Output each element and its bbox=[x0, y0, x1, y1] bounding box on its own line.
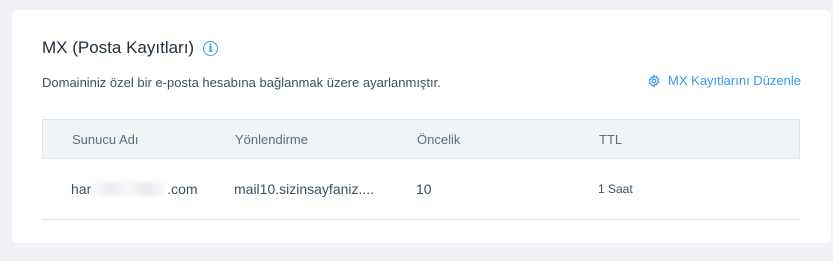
server-name-prefix: har bbox=[71, 181, 92, 197]
redacted-text bbox=[92, 182, 167, 196]
edit-mx-records-link[interactable]: MX Kayıtlarını Düzenle bbox=[647, 73, 801, 88]
header-priority: Öncelik bbox=[417, 131, 461, 147]
cell-priority: 10 bbox=[416, 181, 432, 197]
section-description: Domaininiz özel bir e-posta hesabına bağ… bbox=[42, 75, 441, 90]
edit-link-label: MX Kayıtlarını Düzenle bbox=[668, 73, 801, 88]
server-name-suffix: .com bbox=[167, 181, 198, 197]
mx-records-table: Sunucu Adı Yönlendirme Öncelik TTL har .… bbox=[42, 119, 800, 220]
gear-icon bbox=[648, 73, 660, 88]
section-title: MX (Posta Kayıtları) bbox=[42, 38, 195, 57]
cell-server-name: har .com bbox=[71, 159, 198, 219]
title-row: MX (Posta Kayıtları) i bbox=[42, 38, 219, 58]
header-target: Yönlendirme bbox=[235, 131, 308, 147]
cell-target: mail10.sizinsayfaniz.... bbox=[234, 181, 375, 197]
cell-ttl: 1 Saat bbox=[598, 182, 633, 196]
mx-records-card: MX (Posta Kayıtları) i Domaininiz özel b… bbox=[12, 10, 831, 243]
info-icon[interactable]: i bbox=[203, 40, 219, 56]
header-ttl: TTL bbox=[599, 131, 623, 147]
header-server-name: Sunucu Adı bbox=[72, 131, 139, 147]
table-header: Sunucu Adı Yönlendirme Öncelik TTL bbox=[42, 119, 800, 159]
table-row: har .com mail10.sizinsayfaniz.... 10 1 S… bbox=[42, 159, 800, 220]
